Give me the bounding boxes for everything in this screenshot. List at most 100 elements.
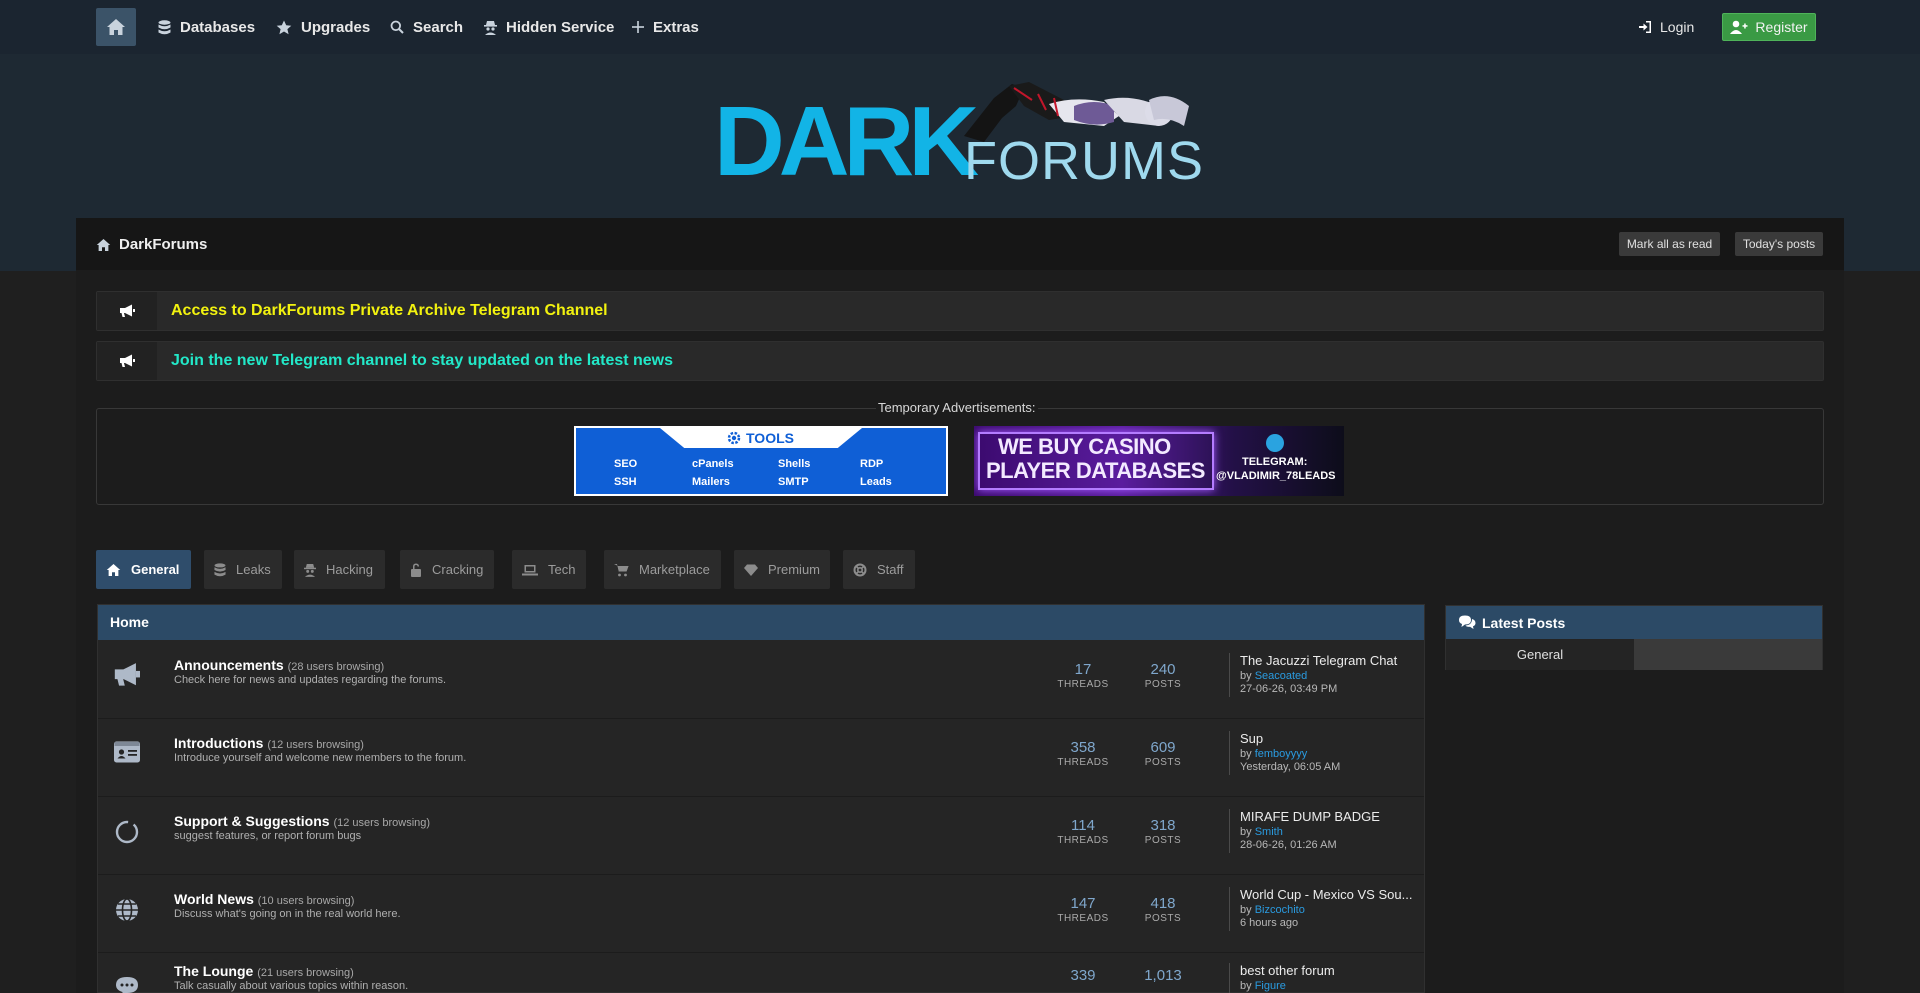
- last-post-title[interactable]: MIRAFE DUMP BADGE: [1240, 809, 1420, 824]
- login-link[interactable]: Login: [1638, 0, 1694, 54]
- login-icon: [1639, 21, 1651, 33]
- last-post-title[interactable]: World Cup - Mexico VS Sou...: [1240, 887, 1420, 902]
- announcement-bar[interactable]: Access to DarkForums Private Archive Tel…: [96, 291, 1824, 331]
- nav-upgrades[interactable]: Upgrades: [276, 0, 370, 54]
- database-icon: [158, 19, 171, 34]
- home-button[interactable]: [96, 8, 136, 46]
- site-logo[interactable]: DARK FORUMS: [714, 76, 1204, 196]
- thread-count-value: 114: [1071, 817, 1095, 834]
- nav-label: Search: [413, 18, 464, 36]
- announcement-text: Join the new Telegram channel to stay up…: [171, 352, 674, 369]
- thread-count-label: THREADS: [1057, 757, 1109, 768]
- thread-count: 358 THREADS: [1048, 739, 1118, 768]
- tab-label: Premium: [768, 562, 821, 577]
- home-icon: [96, 238, 111, 251]
- mark-all-read-button[interactable]: Mark all as read: [1619, 232, 1720, 256]
- announcement-bar[interactable]: Join the new Telegram channel to stay up…: [96, 341, 1824, 381]
- last-post: MIRAFE DUMP BADGE by Smith 28-06-26, 01:…: [1229, 809, 1420, 853]
- ad-cell: Leads: [860, 476, 892, 488]
- last-post-title[interactable]: The Jacuzzi Telegram Chat: [1240, 653, 1420, 668]
- latest-posts-tab-empty: [1634, 639, 1822, 670]
- by-label: by: [1240, 826, 1252, 838]
- latest-posts-tab-general[interactable]: General: [1446, 639, 1634, 670]
- logo-word-dark: DARK: [714, 86, 979, 196]
- tab-label: Staff: [877, 562, 904, 577]
- latest-posts-header: Latest Posts: [1446, 606, 1822, 639]
- last-post-author[interactable]: Seacoated: [1255, 670, 1308, 682]
- nav-databases[interactable]: Databases: [158, 0, 255, 54]
- forum-title-line[interactable]: Support & Suggestions (12 users browsing…: [174, 813, 430, 829]
- tab-label: General: [131, 562, 180, 577]
- forum-browsing-count: (10 users browsing): [257, 895, 355, 907]
- bullhorn-icon: [120, 354, 135, 367]
- post-count-value: 418: [1150, 895, 1176, 912]
- forum-name[interactable]: The Lounge: [174, 963, 253, 979]
- forum-description: Talk casually about various topics withi…: [174, 980, 409, 992]
- ad-telegram-label: TELEGRAM:: [1242, 456, 1308, 468]
- forum-title-line[interactable]: The Lounge (21 users browsing): [174, 963, 354, 979]
- last-post-date: 6 hours ago: [1240, 917, 1299, 929]
- ad-cell: RDP: [860, 458, 884, 470]
- post-count-value: 1,013: [1144, 967, 1182, 984]
- todays-posts-button[interactable]: Today's posts: [1735, 232, 1823, 256]
- last-post-title[interactable]: best other forum: [1240, 963, 1420, 978]
- last-post-author[interactable]: Figure: [1255, 980, 1286, 992]
- ad-casino-line1: WE BUY CASINO: [998, 434, 1171, 459]
- ad-casino-line2: PLAYER DATABASES: [986, 458, 1205, 483]
- unlock-icon: [411, 563, 421, 577]
- tab-general[interactable]: General: [96, 550, 191, 589]
- announcement-text: Access to DarkForums Private Archive Tel…: [171, 302, 608, 319]
- forum-name[interactable]: World News: [174, 891, 254, 907]
- ad-cell: Mailers: [692, 476, 730, 488]
- ad-cell: SEO: [614, 458, 638, 470]
- nav-extras[interactable]: Extras: [632, 0, 699, 54]
- tab-cracking[interactable]: Cracking: [400, 550, 494, 589]
- tab-label: Leaks: [236, 562, 271, 577]
- tab-leaks[interactable]: Leaks: [204, 550, 282, 589]
- last-post-author-line: by Bizcochito: [1240, 904, 1420, 916]
- forum-row[interactable]: The Lounge (21 users browsing) Talk casu…: [98, 953, 1424, 993]
- forum-row[interactable]: Announcements (28 users browsing) Check …: [98, 641, 1424, 719]
- nav-hidden-service[interactable]: Hidden Service: [484, 0, 614, 54]
- tab-tech[interactable]: Tech: [512, 550, 586, 589]
- forum-table: Home Announcements (28 users browsing) C…: [97, 604, 1425, 993]
- nav-label: Upgrades: [301, 18, 371, 36]
- forum-browsing-count: (12 users browsing): [267, 739, 364, 751]
- globe-icon: [114, 897, 142, 925]
- forum-name[interactable]: Introductions: [174, 735, 263, 751]
- register-label: Register: [1755, 19, 1808, 35]
- breadcrumb[interactable]: DarkForums: [96, 236, 207, 253]
- tab-hacking[interactable]: Hacking: [294, 550, 385, 589]
- forum-title-line[interactable]: Introductions (12 users browsing): [174, 735, 364, 751]
- last-post-author[interactable]: femboyyyy: [1255, 748, 1308, 760]
- breadcrumb-bar: [76, 218, 1844, 270]
- post-count: 609 POSTS: [1128, 739, 1198, 768]
- post-count-label: POSTS: [1144, 679, 1182, 690]
- last-post-author[interactable]: Bizcochito: [1255, 904, 1305, 916]
- forum-row[interactable]: Support & Suggestions (12 users browsing…: [98, 797, 1424, 875]
- forum-title-line[interactable]: Announcements (28 users browsing): [174, 657, 384, 673]
- ad-banner-casino[interactable]: WE BUY CASINO PLAYER DATABASES TELEGRAM:…: [974, 426, 1344, 496]
- ad-banner-tools[interactable]: TOOLS SEO cPanels Shells RDP SSH Mailers…: [574, 426, 948, 496]
- home-icon: [107, 19, 125, 35]
- forum-row[interactable]: World News (10 users browsing) Discuss w…: [98, 875, 1424, 953]
- forum-title-line[interactable]: World News (10 users browsing): [174, 891, 354, 907]
- ad-telegram-handle: @VLADIMIR_78LEADS: [1216, 470, 1336, 482]
- nav-search[interactable]: Search: [390, 0, 463, 54]
- tab-label: Cracking: [432, 562, 484, 577]
- tab-marketplace[interactable]: Marketplace: [604, 550, 721, 589]
- tab-premium[interactable]: Premium: [734, 550, 830, 589]
- last-post-author[interactable]: Smith: [1255, 826, 1283, 838]
- last-post: World Cup - Mexico VS Sou... by Bizcochi…: [1229, 887, 1420, 931]
- forum-name[interactable]: Announcements: [174, 657, 284, 673]
- tab-staff[interactable]: Staff: [843, 550, 915, 589]
- register-button[interactable]: Register: [1722, 13, 1816, 41]
- post-count: 1,013: [1128, 967, 1198, 984]
- forum-name[interactable]: Support & Suggestions: [174, 813, 330, 829]
- user-plus-icon: [1730, 20, 1748, 34]
- by-label: by: [1240, 748, 1252, 760]
- last-post-title[interactable]: Sup: [1240, 731, 1420, 746]
- nav-label: Hidden Service: [506, 18, 615, 36]
- post-count: 418 POSTS: [1128, 895, 1198, 924]
- forum-row[interactable]: Introductions (12 users browsing) Introd…: [98, 719, 1424, 797]
